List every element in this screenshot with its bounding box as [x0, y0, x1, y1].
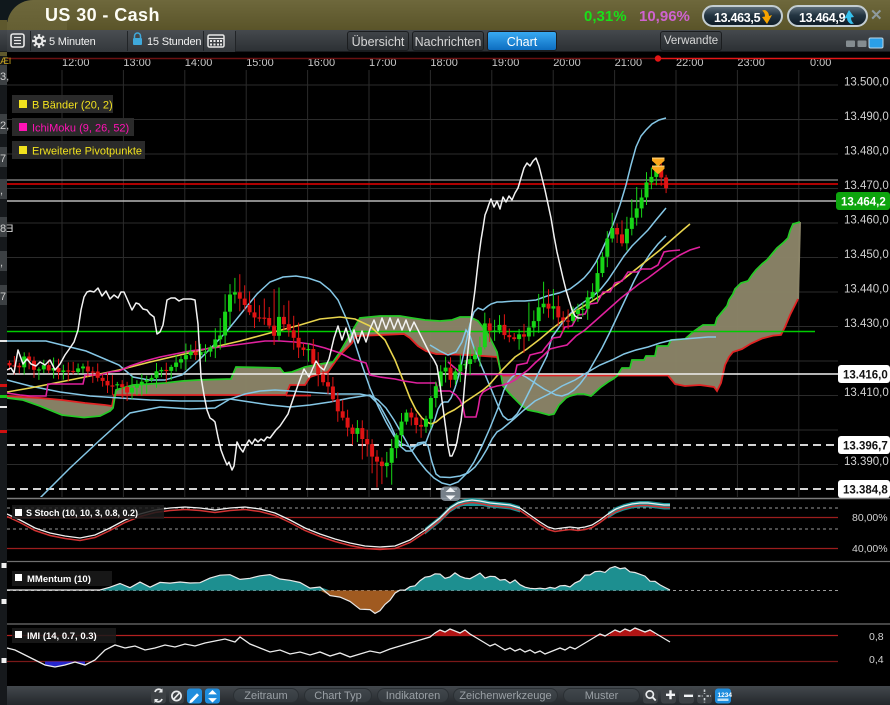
svg-text:IchiMoku (9, 26, 52): IchiMoku (9, 26, 52): [32, 123, 129, 135]
svg-text:MMentum (10): MMentum (10): [27, 574, 91, 585]
svg-text:7: 7: [0, 153, 6, 165]
svg-text:13.416,0: 13.416,0: [843, 370, 888, 382]
svg-text:1234: 1234: [718, 692, 733, 699]
svg-text:40,00%: 40,00%: [852, 543, 888, 555]
svg-text:13.450,0: 13.450,0: [844, 249, 889, 261]
svg-text:13.490,0: 13.490,0: [844, 111, 889, 123]
svg-text:7: 7: [0, 291, 6, 303]
svg-text:0,8: 0,8: [869, 631, 884, 643]
svg-text:0,4: 0,4: [869, 654, 884, 666]
svg-text:2,: 2,: [0, 120, 9, 132]
svg-text:13.464,2: 13.464,2: [841, 197, 886, 209]
svg-text:13.396,7: 13.396,7: [843, 441, 888, 453]
svg-text:IMI (14, 0.7, 0.3): IMI (14, 0.7, 0.3): [27, 631, 97, 642]
svg-text:13.460,0: 13.460,0: [844, 215, 889, 227]
svg-text:13.410,0: 13.410,0: [844, 387, 889, 399]
svg-text:B Bänder (20, 2): B Bänder (20, 2): [32, 100, 113, 112]
svg-text:13.470,0: 13.470,0: [844, 180, 889, 192]
svg-text:,: ,: [0, 257, 3, 269]
svg-text:8Ǝ: 8Ǝ: [0, 223, 13, 235]
svg-text:80,00%: 80,00%: [852, 512, 888, 524]
svg-text:S Stoch (10, 10, 3, 0.8, 0.2): S Stoch (10, 10, 3, 0.8, 0.2): [26, 508, 138, 518]
svg-text:13.480,0: 13.480,0: [844, 146, 889, 158]
svg-text:3,: 3,: [0, 71, 9, 83]
svg-text:13.440,0: 13.440,0: [844, 284, 889, 296]
svg-text:13.430,0: 13.430,0: [844, 318, 889, 330]
svg-text:13.390,0: 13.390,0: [844, 456, 889, 468]
svg-text:,: ,: [0, 185, 3, 197]
svg-text:Erweiterte Pivotpunkte: Erweiterte Pivotpunkte: [32, 146, 142, 158]
svg-text:13.500,0: 13.500,0: [844, 77, 889, 89]
svg-text:Æl: Æl: [0, 56, 11, 66]
svg-text:13.384,8: 13.384,8: [843, 485, 888, 497]
